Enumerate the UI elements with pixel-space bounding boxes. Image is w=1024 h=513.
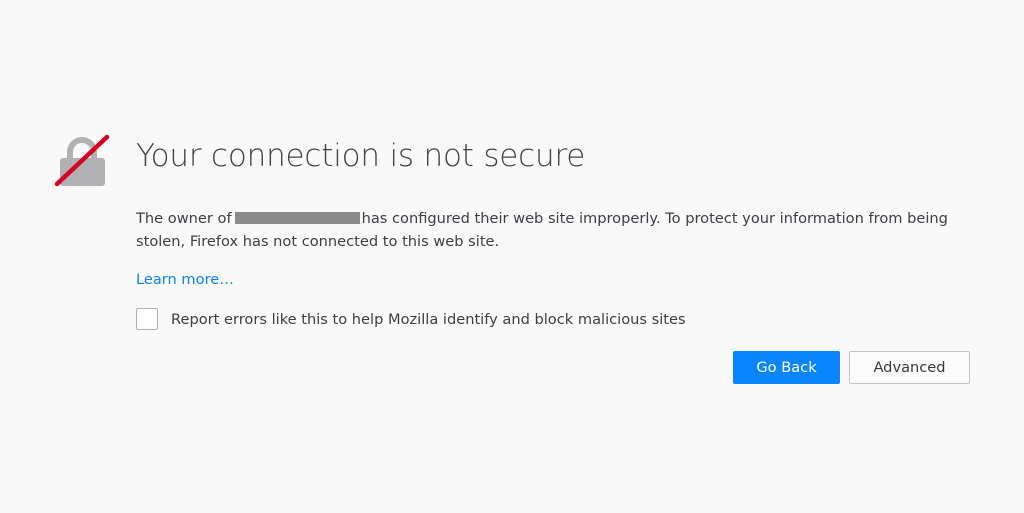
error-description: The owner of has configured their web sit… [136,207,951,253]
description-prefix: The owner of [136,210,232,227]
report-errors-checkbox[interactable] [136,308,158,330]
report-errors-label[interactable]: Report errors like this to help Mozilla … [171,311,686,328]
report-errors-row[interactable]: Report errors like this to help Mozilla … [136,306,686,332]
page-title: Your connection is not secure [136,138,586,174]
broken-lock-icon [54,134,110,190]
redacted-domain [234,212,360,224]
advanced-button[interactable]: Advanced [849,351,970,384]
learn-more-link[interactable]: Learn more… [136,269,234,291]
go-back-button[interactable]: Go Back [733,351,840,384]
